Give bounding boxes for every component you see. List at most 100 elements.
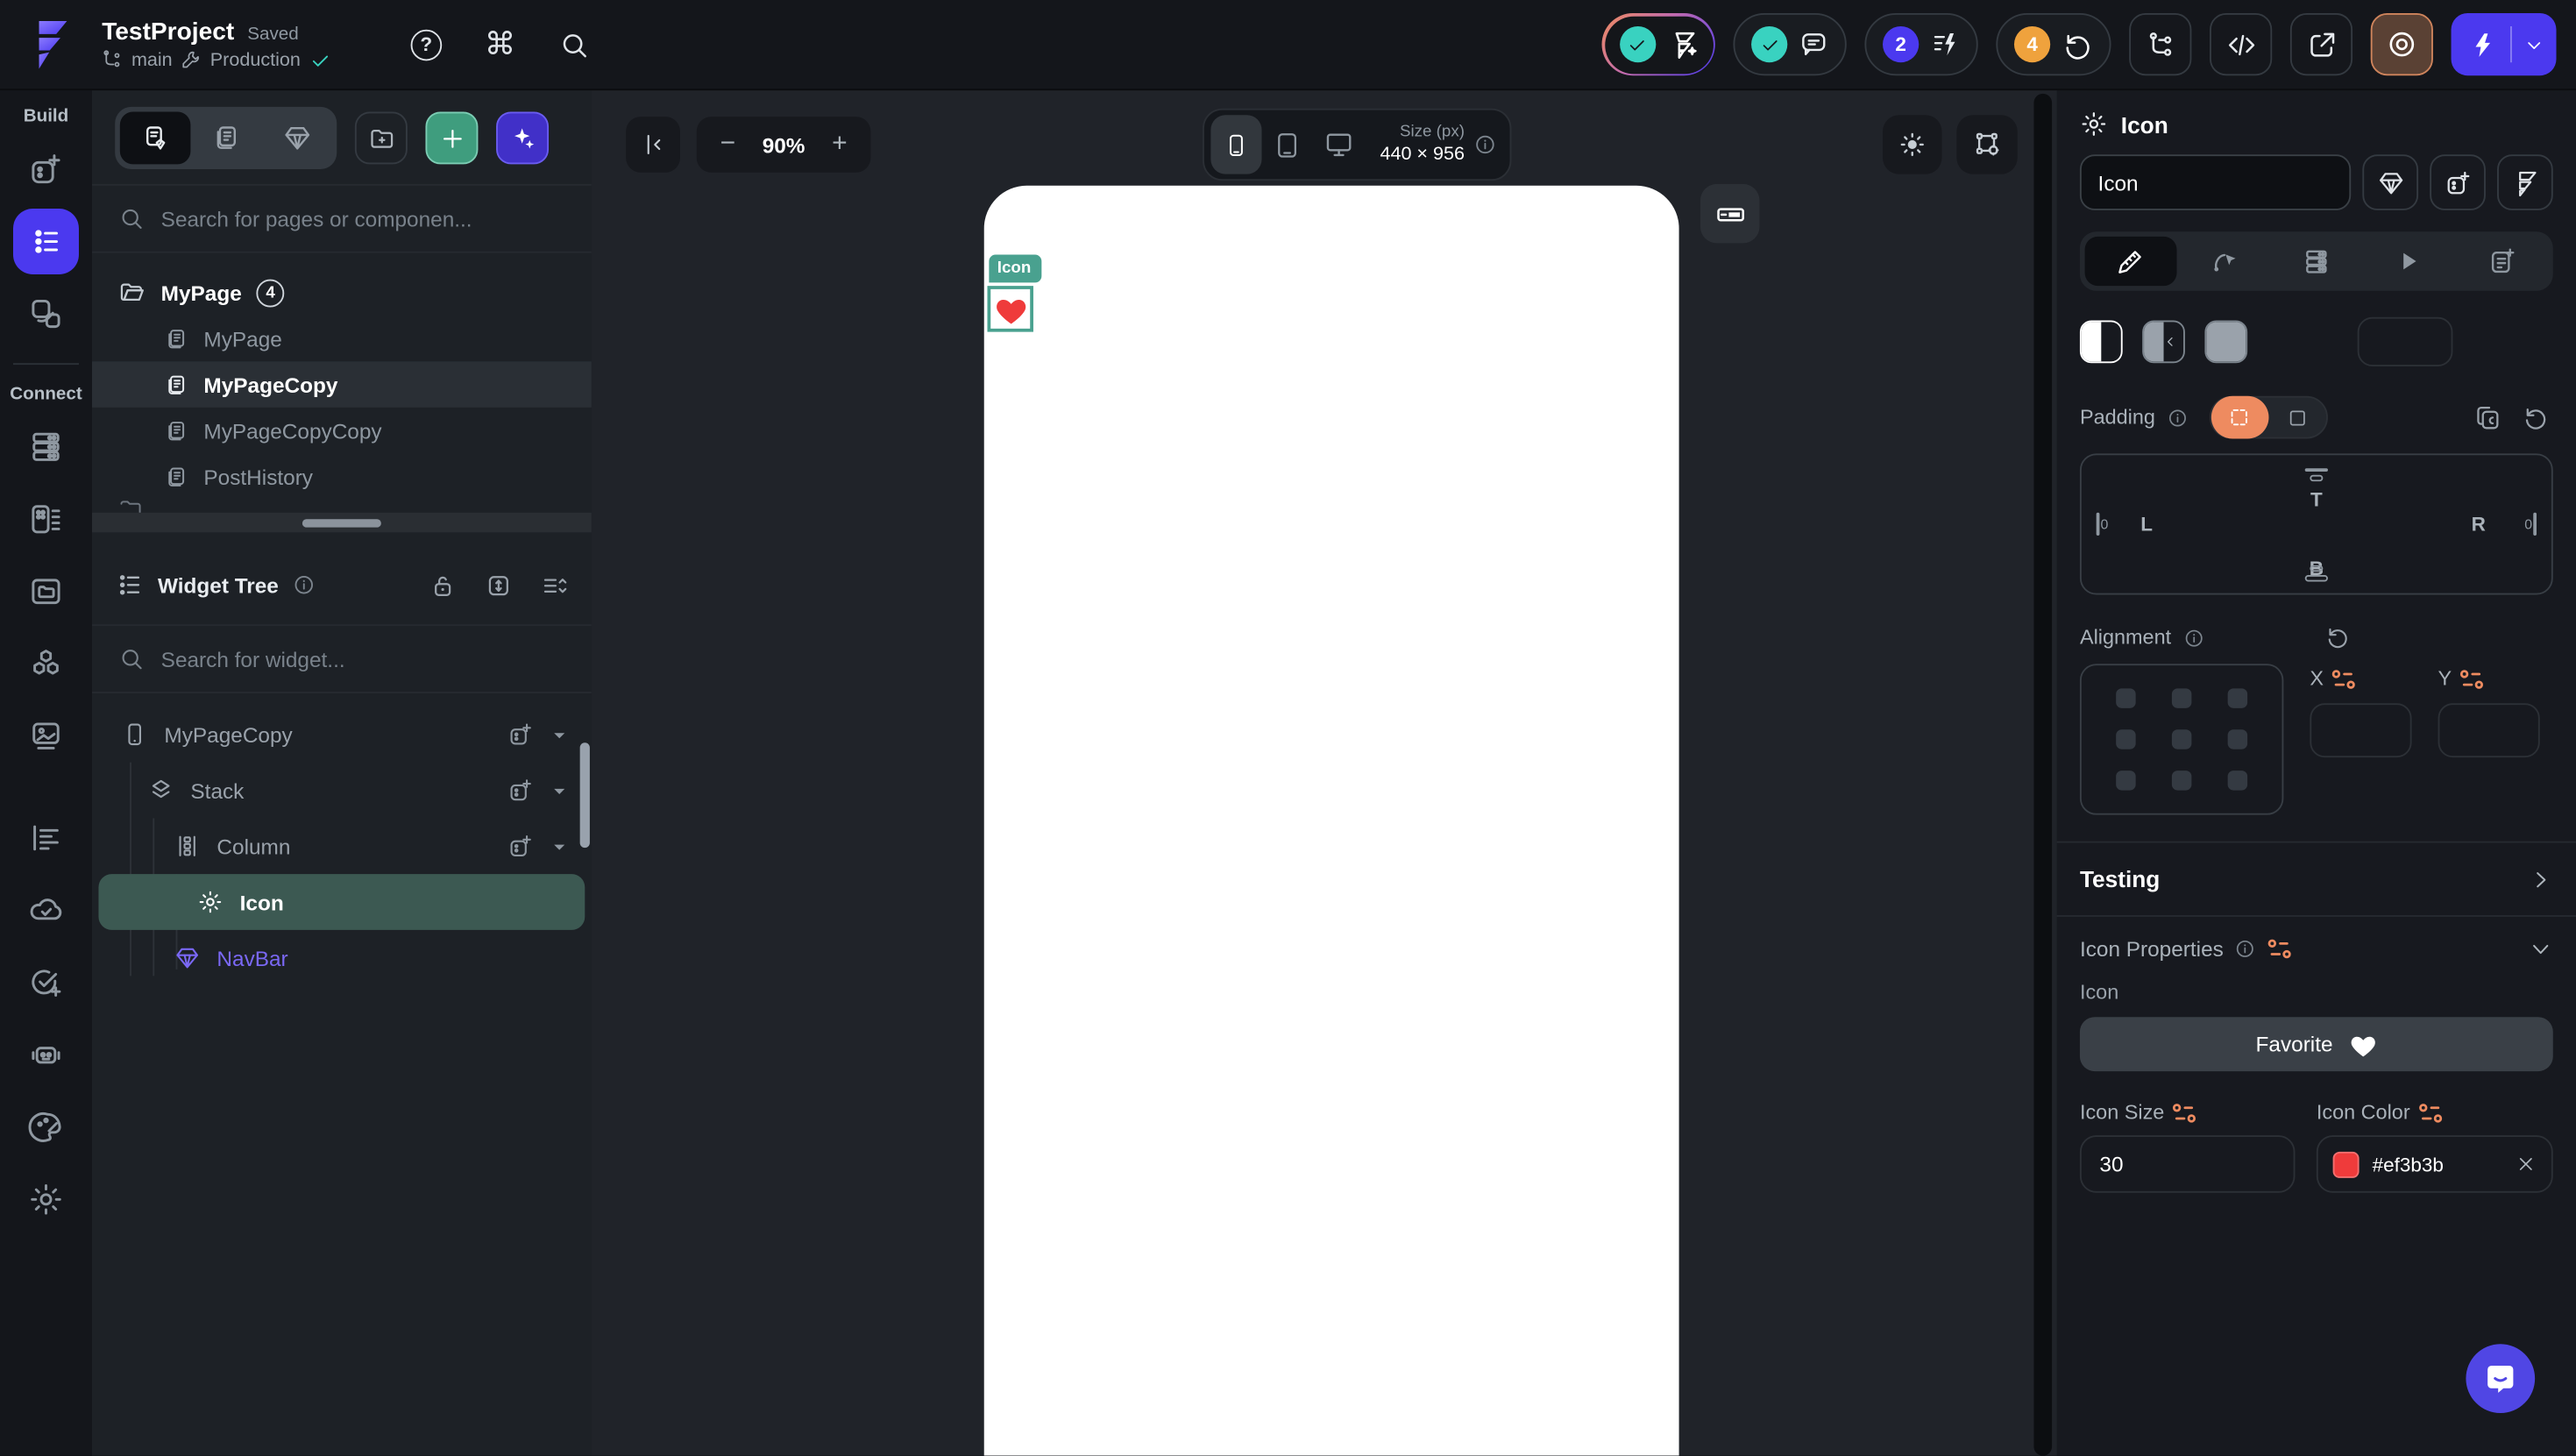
- alignment-grid[interactable]: [2080, 664, 2283, 814]
- panel-option-full[interactable]: [2204, 321, 2247, 364]
- tree-node-icon-selected[interactable]: Icon: [98, 874, 585, 930]
- set-from-variable-icon[interactable]: [2173, 1102, 2197, 1123]
- align-y-input[interactable]: [2438, 703, 2540, 757]
- empty-value-box[interactable]: [2358, 317, 2453, 366]
- info-icon[interactable]: [2167, 407, 2188, 428]
- tab-pages-and-components[interactable]: [120, 111, 191, 164]
- flutterflow-logo-icon[interactable]: [0, 17, 92, 73]
- chevron-down-icon[interactable]: [550, 726, 569, 744]
- canvas-settings-button[interactable]: [1956, 115, 2017, 174]
- rail-tests-icon[interactable]: [13, 949, 79, 1015]
- design-canvas[interactable]: − 90% + Size (px) 440 × 956: [592, 90, 2057, 1456]
- testing-section[interactable]: Testing: [2080, 843, 2553, 915]
- icon-picker-button[interactable]: Favorite: [2080, 1017, 2553, 1071]
- tab-documentation[interactable]: [2455, 237, 2548, 286]
- page-list-item-selected[interactable]: MyPageCopy: [92, 361, 592, 407]
- align-x-input[interactable]: [2310, 703, 2411, 757]
- tree-options-icon[interactable]: [541, 571, 569, 599]
- page-list-item[interactable]: PostHistory: [92, 453, 592, 499]
- panel-resize-handle[interactable]: [92, 513, 592, 532]
- tree-node-stack[interactable]: Stack: [98, 763, 585, 819]
- view-code-button[interactable]: [2210, 13, 2272, 75]
- align-dot[interactable]: [2116, 729, 2135, 749]
- set-from-variable-icon[interactable]: [2460, 668, 2485, 689]
- set-from-variable-icon[interactable]: [2418, 1102, 2443, 1123]
- ai-generate-button[interactable]: [496, 111, 549, 164]
- copy-padding-icon[interactable]: [2474, 403, 2502, 431]
- tab-components[interactable]: [261, 111, 332, 164]
- tab-actions[interactable]: [2363, 237, 2456, 286]
- keyboard-toggle-button[interactable]: [1700, 184, 1759, 243]
- padding-right-label[interactable]: R: [2472, 513, 2486, 536]
- branch-name[interactable]: main: [131, 50, 173, 69]
- rail-settings-icon[interactable]: [13, 1167, 79, 1232]
- page-list-item[interactable]: MyPage: [92, 316, 592, 361]
- actions-status-button[interactable]: 2: [1864, 13, 1977, 75]
- comments-button[interactable]: [1733, 13, 1846, 75]
- align-dot[interactable]: [2228, 729, 2247, 749]
- chevron-down-icon[interactable]: [550, 837, 569, 856]
- rail-cloud-functions-icon[interactable]: [13, 877, 79, 943]
- dev-tools-button[interactable]: [2129, 13, 2191, 75]
- new-folder-button[interactable]: [355, 111, 408, 164]
- help-icon[interactable]: ?: [410, 29, 442, 60]
- align-dot[interactable]: [2228, 689, 2247, 708]
- add-widget-icon[interactable]: [507, 721, 534, 748]
- widget-search-input[interactable]: [161, 647, 565, 671]
- panel-option-left[interactable]: [2080, 321, 2123, 364]
- padding-right-handle[interactable]: 0: [2524, 513, 2537, 536]
- info-icon[interactable]: [2235, 938, 2256, 959]
- panel-option-left-collapse[interactable]: [2142, 321, 2185, 364]
- align-dot[interactable]: [2172, 770, 2191, 789]
- set-from-variable-icon[interactable]: [2331, 668, 2356, 689]
- tab-backend-query[interactable]: [2270, 237, 2363, 286]
- clear-color-icon[interactable]: [2516, 1154, 2537, 1175]
- left-panel-scrollbar[interactable]: [580, 742, 590, 848]
- rail-app-values-icon[interactable]: [13, 805, 79, 870]
- icon-properties-header[interactable]: Icon Properties: [2080, 936, 2553, 961]
- rail-database-icon[interactable]: [13, 414, 79, 479]
- icon-color-field[interactable]: #ef3b3b: [2317, 1135, 2553, 1193]
- zoom-in-button[interactable]: +: [828, 130, 851, 160]
- add-widget-icon[interactable]: [507, 833, 534, 859]
- device-phone-button[interactable]: [1210, 115, 1261, 174]
- zoom-out-button[interactable]: −: [716, 130, 739, 160]
- reset-padding-icon[interactable]: [2522, 403, 2550, 431]
- align-dot[interactable]: [2116, 689, 2135, 708]
- padding-editor[interactable]: T 0 L R 0 B: [2080, 453, 2553, 594]
- rail-ai-agent-icon[interactable]: [13, 1022, 79, 1088]
- padding-mode-uniform[interactable]: [2268, 396, 2326, 439]
- padding-bottom-handle[interactable]: [2305, 562, 2328, 585]
- selected-icon-widget[interactable]: [987, 286, 1033, 331]
- padding-left-handle[interactable]: 0: [2097, 513, 2109, 536]
- preview-button[interactable]: [2371, 13, 2433, 75]
- resize-grip[interactable]: [302, 518, 381, 526]
- collapse-panel-button[interactable]: [626, 117, 680, 173]
- device-desktop-button[interactable]: [1313, 115, 1364, 174]
- rail-api-icon[interactable]: [13, 631, 79, 697]
- pages-search-input[interactable]: [161, 206, 565, 231]
- widget-name-input[interactable]: [2080, 154, 2351, 210]
- lock-icon[interactable]: [429, 571, 457, 599]
- flutterflow-docs-button[interactable]: [2497, 154, 2553, 210]
- page-folder-row[interactable]: MyPage 4: [92, 269, 592, 315]
- tree-node-navbar[interactable]: NavBar: [98, 930, 585, 986]
- history-button[interactable]: 4: [1996, 13, 2111, 75]
- run-bolt-icon[interactable]: [2452, 13, 2510, 75]
- expand-collapse-icon[interactable]: [485, 571, 513, 599]
- search-icon[interactable]: [558, 29, 590, 60]
- chevron-down-icon[interactable]: [550, 781, 569, 799]
- tab-properties[interactable]: [2085, 237, 2178, 286]
- canvas-scrollbar[interactable]: [2033, 94, 2052, 1456]
- chevron-down-icon[interactable]: [2529, 936, 2553, 961]
- size-value[interactable]: 440 × 956: [1380, 143, 1465, 167]
- align-dot[interactable]: [2116, 770, 2135, 789]
- rail-media-assets-icon[interactable]: [13, 703, 79, 769]
- ai-review-button[interactable]: [1602, 13, 1715, 75]
- info-icon[interactable]: [2182, 627, 2203, 648]
- rail-data-types-icon[interactable]: [13, 487, 79, 552]
- phone-preview[interactable]: Icon: [984, 186, 1679, 1456]
- run-options-caret[interactable]: [2512, 13, 2557, 75]
- info-icon[interactable]: [292, 573, 315, 596]
- color-swatch[interactable]: [2333, 1151, 2360, 1177]
